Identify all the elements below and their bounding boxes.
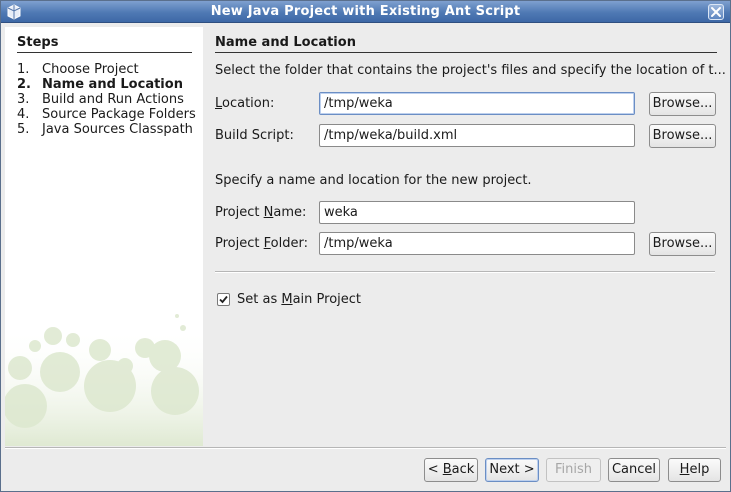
project-name-label: Project Name: bbox=[215, 205, 306, 220]
build-script-field[interactable] bbox=[319, 124, 635, 147]
step-number: 1. bbox=[17, 62, 30, 77]
project-folder-mnemonic: F bbox=[263, 236, 271, 251]
project-folder-field[interactable] bbox=[319, 232, 635, 255]
steps-heading: Steps bbox=[17, 35, 192, 53]
step-label: Source Package Folders bbox=[42, 107, 196, 122]
main-project-label-rest: ain Project bbox=[292, 291, 362, 307]
main-project-mnemonic: M bbox=[281, 291, 293, 307]
help-label-rest: elp bbox=[689, 462, 710, 477]
step-item: 1. Choose Project bbox=[17, 62, 202, 77]
window-title: New Java Project with Existing Ant Scrip… bbox=[210, 4, 521, 19]
next-button[interactable]: Next > bbox=[485, 458, 539, 482]
close-icon[interactable] bbox=[708, 4, 724, 20]
step-item: 4. Source Package Folders bbox=[17, 107, 202, 122]
decorative-bubbles-graphic bbox=[5, 314, 203, 446]
project-folder-label-pre: Project bbox=[215, 236, 264, 251]
checkmark-icon bbox=[219, 295, 228, 303]
location-browse-button[interactable]: Browse... bbox=[649, 92, 716, 116]
step-item: 3. Build and Run Actions bbox=[17, 92, 202, 107]
step-label: Build and Run Actions bbox=[42, 92, 184, 107]
title-bar[interactable]: New Java Project with Existing Ant Scrip… bbox=[1, 1, 730, 23]
section-separator bbox=[215, 271, 715, 273]
step-label: Name and Location bbox=[42, 77, 183, 92]
folder-description: Select the folder that contains the proj… bbox=[215, 63, 726, 78]
back-label-rest: ack bbox=[451, 462, 475, 477]
step-label: Choose Project bbox=[42, 62, 139, 77]
location-label: Location: bbox=[215, 96, 274, 111]
step-number: 2. bbox=[17, 77, 31, 92]
help-mnemonic: H bbox=[679, 462, 690, 477]
cancel-button[interactable]: Cancel bbox=[608, 458, 660, 482]
footer-separator bbox=[5, 447, 726, 449]
step-number: 4. bbox=[17, 107, 30, 122]
project-folder-browse-button[interactable]: Browse... bbox=[649, 232, 716, 256]
location-label-rest: ocation: bbox=[222, 96, 275, 111]
project-name-mnemonic: N bbox=[263, 205, 274, 220]
build-script-browse-button[interactable]: Browse... bbox=[649, 124, 716, 148]
step-number: 3. bbox=[17, 92, 30, 107]
step-item: 5. Java Sources Classpath bbox=[17, 122, 202, 137]
project-folder-label-rest: older: bbox=[270, 236, 308, 251]
steps-list: 1. Choose Project 2. Name and Location 3… bbox=[17, 62, 202, 137]
section-heading: Name and Location bbox=[215, 35, 717, 53]
back-label-pre: < bbox=[427, 462, 443, 477]
steps-panel: Steps 1. Choose Project 2. Name and Loca… bbox=[5, 27, 203, 446]
step-item-current: 2. Name and Location bbox=[17, 77, 202, 92]
project-folder-label: Project Folder: bbox=[215, 236, 308, 251]
step-label: Java Sources Classpath bbox=[42, 122, 193, 137]
back-mnemonic: B bbox=[442, 462, 452, 477]
location-field[interactable] bbox=[319, 92, 635, 115]
help-button[interactable]: Help bbox=[668, 458, 721, 482]
location-mnemonic: L bbox=[215, 96, 223, 111]
back-button[interactable]: < Back bbox=[424, 458, 478, 482]
main-project-checkbox[interactable] bbox=[217, 292, 230, 306]
main-project-option[interactable]: Set as Main Project bbox=[217, 291, 361, 307]
main-project-label-pre: Set as bbox=[237, 291, 282, 307]
project-name-label-rest: ame: bbox=[273, 205, 307, 220]
build-script-label: Build Script: bbox=[215, 128, 294, 143]
step-number: 5. bbox=[17, 122, 30, 137]
main-project-label: Set as Main Project bbox=[237, 292, 361, 307]
project-name-field[interactable] bbox=[319, 201, 635, 224]
dialog-window: New Java Project with Existing Ant Scrip… bbox=[0, 0, 731, 492]
main-content: Name and Location Select the folder that… bbox=[215, 27, 726, 447]
project-name-label-pre: Project bbox=[215, 205, 264, 220]
new-project-description: Specify a name and location for the new … bbox=[215, 173, 532, 188]
finish-button[interactable]: Finish bbox=[546, 458, 601, 482]
